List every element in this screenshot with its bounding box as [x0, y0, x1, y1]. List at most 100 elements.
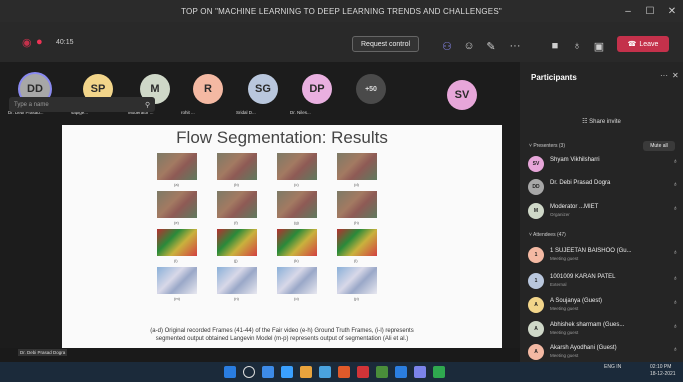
slide-title: Flow Segmentation: Results [176, 128, 388, 147]
participant-role: Organizer [550, 212, 570, 217]
thumbnail-label: (e) [174, 220, 179, 225]
minimize-icon[interactable]: – [617, 0, 639, 22]
edge-icon[interactable] [281, 366, 293, 378]
avatar[interactable]: R [193, 74, 223, 104]
result-thumbnail [157, 229, 197, 256]
participant-role: Meeting guest [550, 256, 579, 261]
mic-icon: ♁ [672, 346, 678, 353]
panel-more-icon[interactable]: ··· [660, 71, 668, 80]
participant-avatar: 1 [528, 247, 544, 263]
speaker-name-tag: Dr. Debi Prasad Dogra [18, 349, 68, 356]
share-status-bar [0, 348, 520, 362]
result-thumbnail [217, 267, 257, 294]
participant-row[interactable]: M Moderator ...MIET Organizer ♁ [528, 202, 680, 222]
maximize-icon[interactable]: ☐ [639, 0, 661, 22]
thumbnail-label: (p) [354, 296, 359, 301]
tray-time: 02:10 PM [650, 364, 672, 370]
reactions-icon[interactable]: ✎ [484, 36, 498, 56]
participant-name: A Soujanya (Guest) [550, 298, 603, 304]
mic-icon: ♁ [672, 205, 678, 212]
request-control-button[interactable]: Request control [352, 36, 420, 52]
participant-row[interactable]: A Akarsh Ayodhani (Guest) Meeting guest ♁ [528, 343, 680, 363]
caption-line-1: (a-d) Original recorded Frames (41-44) o… [150, 328, 414, 334]
store-icon[interactable] [319, 366, 331, 378]
close-icon[interactable]: ✕ [661, 0, 683, 22]
mic-icon: ♁ [672, 181, 678, 188]
participant-role: External [550, 282, 567, 287]
mic-icon: ♁ [672, 323, 678, 330]
avatar[interactable]: SG [248, 74, 278, 104]
thumbnail-label: (n) [234, 296, 239, 301]
thumbnail-label: (o) [294, 296, 299, 301]
presenters-header-label: Presenters (3) [533, 143, 565, 149]
participant-role: Meeting guest [550, 330, 579, 335]
xbox-icon[interactable] [433, 366, 445, 378]
participant-row[interactable]: DD Dr. Debi Prasad Dogra ♁ [528, 178, 680, 198]
chat-icon[interactable]: ☺ [462, 36, 476, 56]
participant-row[interactable]: A A Soujanya (Guest) Meeting guest ♁ [528, 296, 680, 316]
avatar[interactable]: +50 [356, 74, 386, 104]
attendees-header[interactable]: ˅ Attendees (47) [529, 232, 566, 238]
outlook-icon[interactable] [395, 366, 407, 378]
presenters-header[interactable]: ˅ Presenters (3) [529, 143, 565, 149]
participant-avatar: SV [528, 156, 544, 172]
leave-label: Leave [639, 40, 659, 48]
office-icon[interactable] [338, 366, 350, 378]
panel-close-icon[interactable]: ✕ [672, 71, 679, 80]
search-placeholder: Type a name [14, 101, 49, 108]
result-thumbnail [277, 153, 317, 180]
avatar[interactable]: DP [302, 74, 332, 104]
result-thumbnail [337, 267, 377, 294]
mic-icon: ♁ [672, 299, 678, 306]
participant-row[interactable]: SV Shyam Vikhilsharri ♁ [528, 155, 680, 175]
share-screen-icon[interactable]: ▣ [592, 36, 606, 56]
mic-off-icon[interactable]: ♁ [570, 36, 584, 56]
teams-icon[interactable] [414, 366, 426, 378]
avatar-name: Sridal D... [236, 110, 256, 115]
participant-name: Abhishek sharmam (Gues... [550, 322, 625, 328]
leave-button[interactable]: ☎ Leave [617, 36, 669, 52]
thumbnail-label: (h) [354, 220, 359, 225]
search-icon: ⚲ [145, 101, 151, 109]
more-icon[interactable]: ··· [508, 36, 522, 56]
avatar[interactable]: SV [447, 80, 477, 110]
search-input[interactable]: Type a name ⚲ [9, 97, 155, 112]
participant-row[interactable]: 1 1 SUJEETAN BAISHOO (Gu... Meeting guest ♁ [528, 246, 680, 266]
participant-avatar: A [528, 344, 544, 360]
excel-icon[interactable] [376, 366, 388, 378]
camera-icon[interactable]: ■ [548, 36, 562, 56]
mic-icon: ♁ [672, 158, 678, 165]
participant-name: 1 SUJEETAN BAISHOO (Gu... [550, 248, 632, 254]
participant-name: Dr. Debi Prasad Dogra [550, 180, 611, 186]
participant-avatar: A [528, 297, 544, 313]
result-thumbnail [157, 267, 197, 294]
avatar-name: Dr. Niles... [290, 110, 311, 115]
share-invite-button[interactable]: ☷ Share invite [520, 118, 683, 125]
share-invite-label: Share invite [589, 119, 621, 125]
avatar-name: rohit ... [181, 110, 195, 115]
people-icon[interactable]: ⚇ [440, 36, 454, 56]
file-explorer-icon[interactable] [300, 366, 312, 378]
participant-role: Meeting guest [550, 306, 579, 311]
windows-start-icon[interactable] [224, 366, 236, 378]
chrome-icon[interactable] [357, 366, 369, 378]
shared-slide: Flow Segmentation: Results (a) (b) (c) (d) (… [62, 125, 502, 350]
result-thumbnail [157, 153, 197, 180]
mute-all-button[interactable]: Mute all [643, 141, 675, 151]
search-icon[interactable] [243, 366, 255, 378]
thumbnail-label: (f) [234, 220, 238, 225]
tray-lang: ENG IN [604, 364, 622, 370]
thumbnail-label: (c) [294, 182, 299, 187]
result-thumbnail [217, 153, 257, 180]
participant-row[interactable]: 1 1001009 KARAN PATEL External ♁ [528, 272, 680, 292]
shield-icon: ◉ [22, 36, 32, 49]
participant-avatar: M [528, 203, 544, 219]
participant-name: Akarsh Ayodhani (Guest) [550, 345, 617, 351]
participant-name: Shyam Vikhilsharri [550, 157, 600, 163]
participant-row[interactable]: A Abhishek sharmam (Gues... Meeting guest ♁ [528, 320, 680, 340]
window-title: TOP ON "MACHINE LEARNING TO DEEP LEARNIN… [181, 6, 502, 16]
task-view-icon[interactable] [262, 366, 274, 378]
title-bar: TOP ON "MACHINE LEARNING TO DEEP LEARNIN… [0, 0, 683, 22]
result-thumbnail [217, 191, 257, 218]
recording-icon: ● [36, 36, 43, 48]
